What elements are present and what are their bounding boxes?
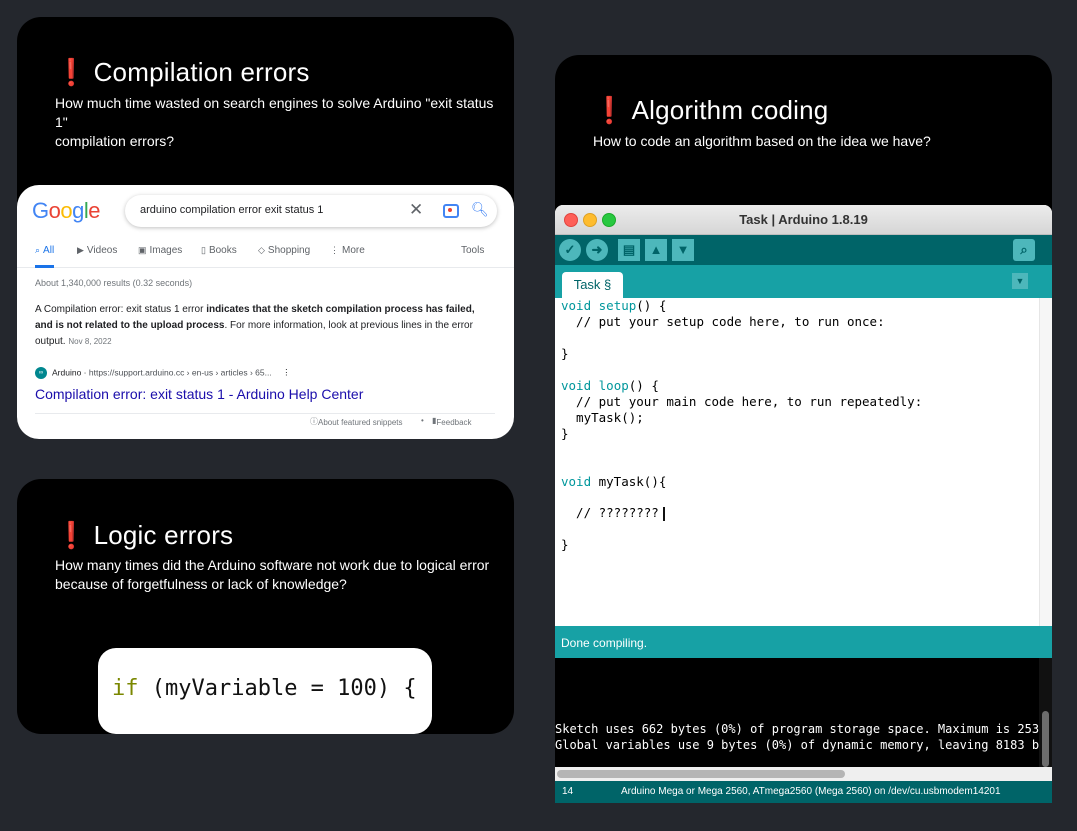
tab-images[interactable]: ▣ Images [138,245,182,256]
code-line: } [561,426,569,441]
board-info: Arduino Mega or Mega 2560, ATmega2560 (M… [621,786,1001,797]
compilation-errors-description: How much time wasted on search engines t… [55,95,494,149]
tab-videos[interactable]: ▶ Videos [77,245,117,256]
result-source: ∞ Arduino · https://support.arduino.cc › … [35,367,291,379]
upload-icon[interactable]: ➜ [586,239,608,261]
code-comment: // put your main code here, to run repea… [561,394,923,409]
code-line: void setup() { [561,298,667,313]
output-console: Sketch uses 662 bytes (0%) of program st… [555,658,1052,767]
code-comment: // put your setup code here, to run once… [561,314,885,329]
compilation-errors-title: ❗ Compilation errors [55,57,310,87]
snippet-date: Nov 8, 2022 [68,337,112,346]
results-count: About 1,340,000 results (0.32 seconds) [35,278,193,288]
line-number: 14 [562,786,574,797]
window-titlebar: Task | Arduino 1.8.19 [555,205,1052,235]
code-line: void myTask(){ [561,474,667,489]
horizontal-scrollbar[interactable] [555,767,1052,781]
horizontal-scroll-thumb[interactable] [557,770,845,778]
google-tabs: ⌕ All ▶ Videos ▣ Images ▯ Books ◇ Shopping ⋮ M… [17,245,514,268]
console-line: Global variables use 9 bytes (0%) of dyn… [555,738,1052,752]
about-snippets-link[interactable]: ⓘ About featured snippets [310,416,403,427]
window-title: Task | Arduino 1.8.19 [739,212,868,227]
tab-shopping[interactable]: ◇ Shopping [258,245,310,256]
video-icon: ▶ [77,245,84,255]
featured-snippet: A Compilation error: exit status 1 error… [35,304,475,347]
google-logo: Google [32,198,101,223]
exclamation-icon: ❗ [55,57,88,87]
code-comment: // ???????? [561,505,665,521]
arduino-favicon-icon: ∞ [35,367,47,379]
google-search-screenshot: Google arduino compilation error exit st… [17,185,514,439]
serial-monitor-icon[interactable]: ⌕ [1013,239,1035,261]
algorithm-coding-title: ❗ Algorithm coding [593,95,829,125]
separator-dot: • [421,416,424,425]
save-sketch-icon[interactable]: ▼ [672,239,694,261]
text-cursor [662,506,665,521]
tab-task[interactable]: Task § [562,272,623,298]
result-menu-icon[interactable]: ⋮ [282,367,291,377]
tools-button[interactable]: Tools [461,245,484,256]
google-search-box[interactable]: arduino compilation error exit status 1 … [125,195,497,227]
search-small-icon: ⌕ [35,245,41,255]
editor-scrollbar[interactable] [1039,298,1052,626]
book-icon: ▯ [201,245,206,255]
ide-footer: 14 Arduino Mega or Mega 2560, ATmega2560… [555,781,1052,803]
search-icon[interactable]: 🔍︎ [471,201,489,218]
new-sketch-icon[interactable]: ▤ [618,239,640,261]
tab-more[interactable]: ⋮ More [330,245,365,256]
code-line: } [561,346,569,361]
console-line: Sketch uses 662 bytes (0%) of program st… [555,722,1052,736]
code-line: } [561,537,569,552]
more-icon: ⋮ [330,245,339,255]
result-url: https://support.arduino.cc › en-us › art… [88,367,272,378]
tab-books[interactable]: ▯ Books [201,245,237,256]
ide-tabbar: Task § ▼ [555,265,1052,298]
compile-status-bar: Done compiling. [555,626,1052,658]
open-sketch-icon[interactable]: ▲ [645,239,667,261]
console-scroll-thumb[interactable] [1042,711,1049,767]
tab-all[interactable]: ⌕ All [35,245,55,268]
exclamation-icon: ❗ [55,520,88,550]
search-input[interactable]: arduino compilation error exit status 1 [140,204,323,216]
algorithm-coding-description: How to code an algorithm based on the id… [593,133,931,149]
result-link[interactable]: Compilation error: exit status 1 - Ardui… [35,386,363,402]
image-icon: ▣ [138,245,147,255]
code-line: myTask(); [561,410,644,425]
code-editor[interactable]: void setup() { // put your setup code he… [555,298,1039,626]
camera-search-icon[interactable] [443,204,459,218]
tab-menu-icon[interactable]: ▼ [1012,273,1028,289]
clear-icon[interactable]: ✕ [409,200,423,220]
ide-toolbar: ✓ ➜ ▤ ▲ ▼ ⌕ [555,235,1052,265]
exclamation-icon: ❗ [593,95,626,125]
code-line: void loop() { [561,378,659,393]
verify-icon[interactable]: ✓ [559,239,581,261]
arduino-ide-window: Task | Arduino 1.8.19 ✓ ➜ ▤ ▲ ▼ ⌕ Task §… [555,205,1052,803]
snippet-footer: ⓘ About featured snippets • ▮ Feedback [35,413,495,427]
tag-icon: ◇ [258,245,265,255]
code-snippet: if (myVariable = 100) { [98,648,432,734]
feedback-link[interactable]: ▮ Feedback [432,416,472,427]
console-scrollbar[interactable] [1039,658,1052,767]
logic-error-code: if (myVariable = 100) { [112,676,417,701]
logic-errors-title: ❗ Logic errors [55,520,234,550]
logic-errors-description: How many times did the Arduino software … [55,557,490,592]
